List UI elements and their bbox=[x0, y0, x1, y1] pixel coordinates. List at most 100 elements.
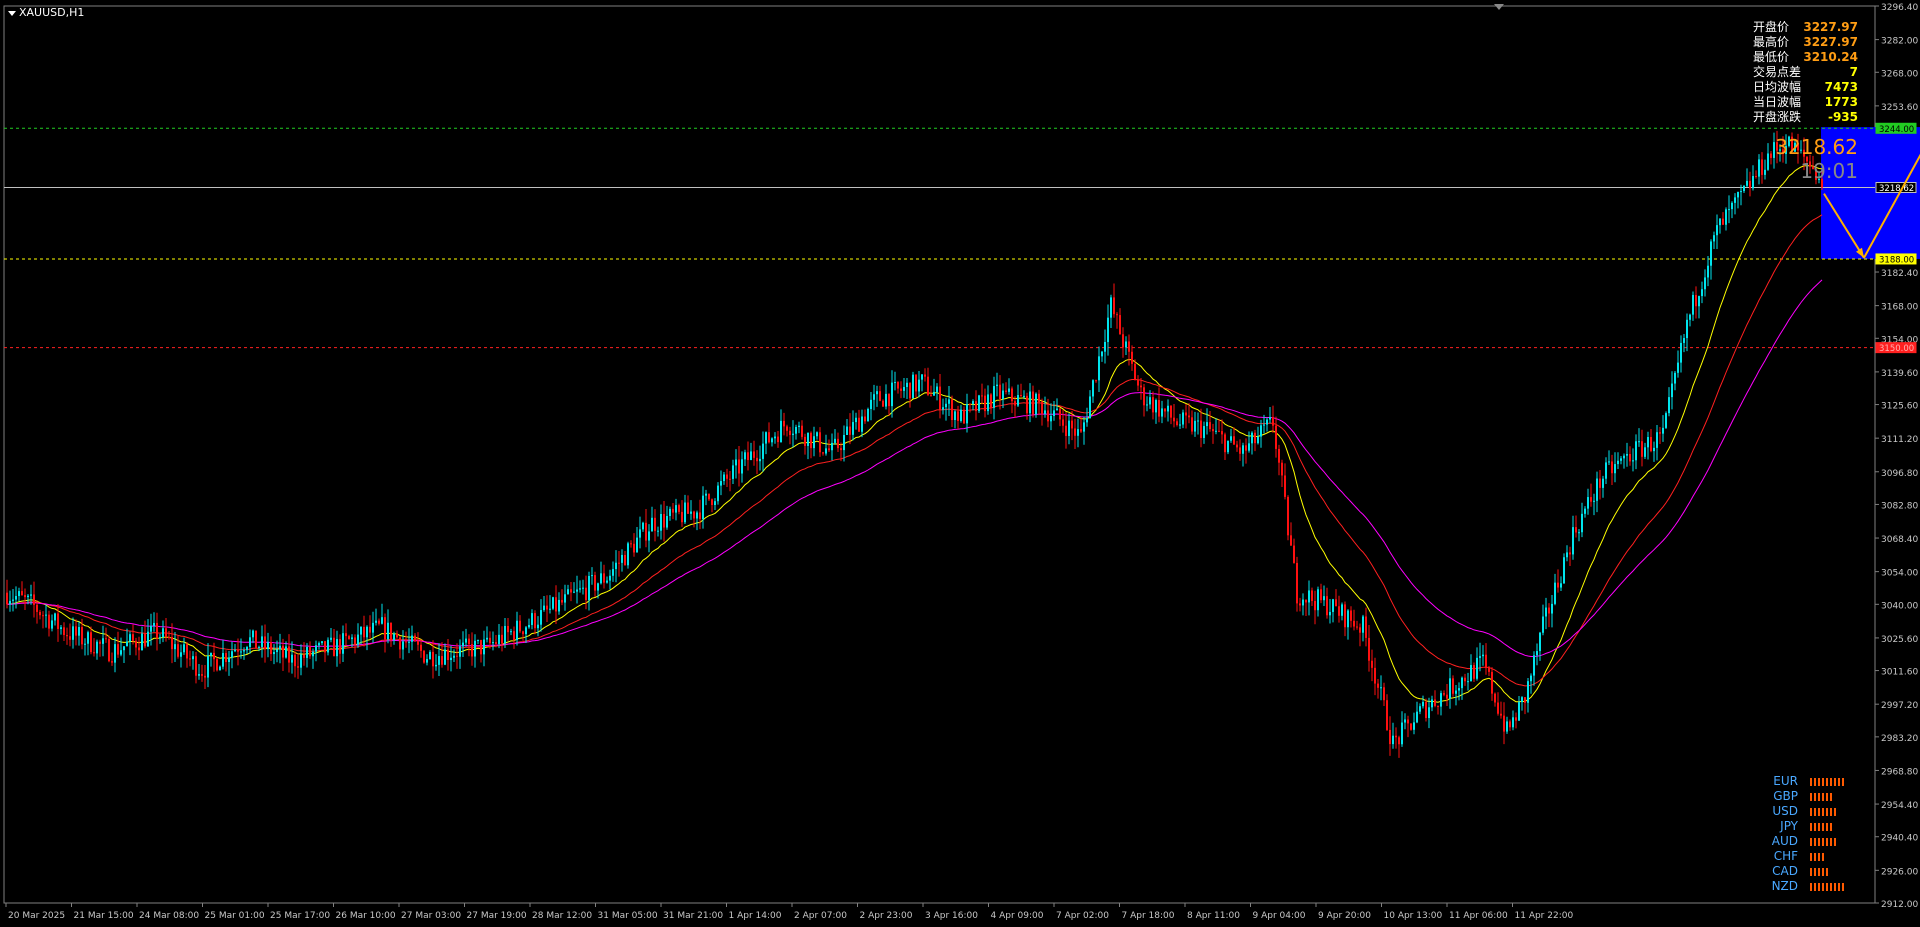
candle-body bbox=[1743, 185, 1745, 192]
candle-body bbox=[576, 589, 578, 592]
candle-body bbox=[147, 631, 149, 647]
candle-body bbox=[585, 587, 587, 601]
candle-body bbox=[27, 595, 29, 598]
candle-body bbox=[1398, 737, 1400, 745]
candle-body bbox=[789, 430, 791, 435]
candle-body bbox=[1239, 447, 1241, 454]
price-axis-label: 3096.80 bbox=[1881, 469, 1918, 479]
currency-name: CAD bbox=[1772, 864, 1798, 878]
info-label: 开盘价 bbox=[1753, 20, 1790, 34]
candle-body bbox=[1341, 604, 1343, 616]
candle-body bbox=[1662, 427, 1664, 434]
candle-body bbox=[723, 474, 725, 482]
price-chart[interactable]: 3296.403282.003268.003253.603239.203225.… bbox=[0, 0, 1920, 927]
candle-body bbox=[81, 627, 83, 645]
candle-body bbox=[381, 617, 383, 624]
candle-body bbox=[216, 659, 218, 671]
candle-body bbox=[1017, 395, 1019, 406]
time-axis-label: 11 Apr 22:00 bbox=[1515, 911, 1574, 921]
time-axis-label: 7 Apr 18:00 bbox=[1122, 911, 1175, 921]
candle-body bbox=[918, 379, 920, 392]
candle-body bbox=[1695, 294, 1697, 307]
candle-body bbox=[420, 644, 422, 651]
candle-body bbox=[975, 401, 977, 412]
chart-shift-marker[interactable] bbox=[1494, 4, 1504, 10]
candle-body bbox=[1311, 590, 1313, 601]
candle-body bbox=[54, 613, 56, 621]
candle-body bbox=[1209, 422, 1211, 430]
candle-body bbox=[933, 391, 935, 396]
candle-body bbox=[750, 451, 752, 461]
candle-body bbox=[1119, 315, 1121, 335]
currency-strength-meter: EUR GBP USD JPY AUD CHF CAD NZD bbox=[1768, 774, 1846, 894]
candle-body bbox=[1002, 390, 1004, 400]
candle-body bbox=[300, 654, 302, 668]
candle-body bbox=[261, 636, 263, 647]
candle-body bbox=[978, 395, 980, 412]
candle-body bbox=[642, 522, 644, 530]
candle-body bbox=[1584, 508, 1586, 514]
candle-body bbox=[1566, 552, 1568, 558]
candle-body bbox=[600, 573, 602, 584]
currency-name: EUR bbox=[1773, 774, 1798, 788]
candle-body bbox=[1284, 475, 1286, 497]
candle-body bbox=[873, 394, 875, 400]
price-axis-label: 3282.00 bbox=[1881, 37, 1918, 47]
candle-body bbox=[66, 635, 68, 637]
time-axis-label: 26 Mar 10:00 bbox=[336, 911, 396, 921]
dropdown-triangle-icon[interactable] bbox=[8, 10, 16, 16]
candle-body bbox=[1476, 657, 1478, 679]
time-axis-label: 21 Mar 15:00 bbox=[74, 911, 134, 921]
candle-body bbox=[1182, 412, 1184, 425]
candle-body bbox=[1425, 701, 1427, 719]
candle-body bbox=[1620, 458, 1622, 461]
candle-body bbox=[402, 641, 404, 650]
candle-body bbox=[45, 614, 47, 616]
candle-body bbox=[1026, 395, 1028, 414]
time-axis-label: 7 Apr 02:00 bbox=[1056, 911, 1109, 921]
candle-body bbox=[1383, 687, 1385, 701]
candle-body bbox=[1281, 462, 1283, 476]
candle-body bbox=[474, 640, 476, 657]
candle-body bbox=[1722, 218, 1724, 225]
candle-body bbox=[852, 422, 854, 435]
candle-body bbox=[1293, 545, 1295, 563]
candle-body bbox=[1317, 589, 1319, 611]
candle-body bbox=[150, 625, 152, 632]
candle-body bbox=[1263, 424, 1265, 426]
candle-body bbox=[573, 591, 575, 593]
candle-body bbox=[639, 529, 641, 538]
candle-body bbox=[1611, 461, 1613, 474]
candle-body bbox=[798, 425, 800, 427]
candle-body bbox=[408, 641, 410, 643]
currency-row: USD bbox=[1768, 804, 1846, 819]
candle-body bbox=[1170, 405, 1172, 418]
candle-body bbox=[792, 433, 794, 435]
candle-body bbox=[1677, 362, 1679, 373]
currency-strength-bar bbox=[1810, 837, 1838, 846]
candle-body bbox=[36, 604, 38, 612]
currency-name: NZD bbox=[1771, 879, 1798, 893]
candle-body bbox=[963, 409, 965, 424]
candle-body bbox=[1551, 603, 1553, 614]
candle-body bbox=[1404, 719, 1406, 723]
candle-body bbox=[1653, 447, 1655, 452]
candle-body bbox=[1368, 637, 1370, 661]
candle-body bbox=[1062, 419, 1064, 426]
candle-body bbox=[906, 382, 908, 387]
candle-body bbox=[12, 599, 14, 601]
candle-body bbox=[504, 625, 506, 644]
candle-body bbox=[741, 459, 743, 474]
candle-body bbox=[1707, 265, 1709, 278]
candle-body bbox=[1236, 444, 1238, 448]
candle-body bbox=[207, 655, 209, 678]
candle-body bbox=[1575, 527, 1577, 533]
candle-body bbox=[1314, 600, 1316, 611]
candle-body bbox=[804, 436, 806, 446]
candle-body bbox=[99, 641, 101, 644]
candle-body bbox=[1392, 735, 1394, 745]
candle-body bbox=[537, 624, 539, 629]
candle-body bbox=[1149, 397, 1151, 405]
candle-body bbox=[507, 625, 509, 633]
candle-body bbox=[1095, 380, 1097, 382]
